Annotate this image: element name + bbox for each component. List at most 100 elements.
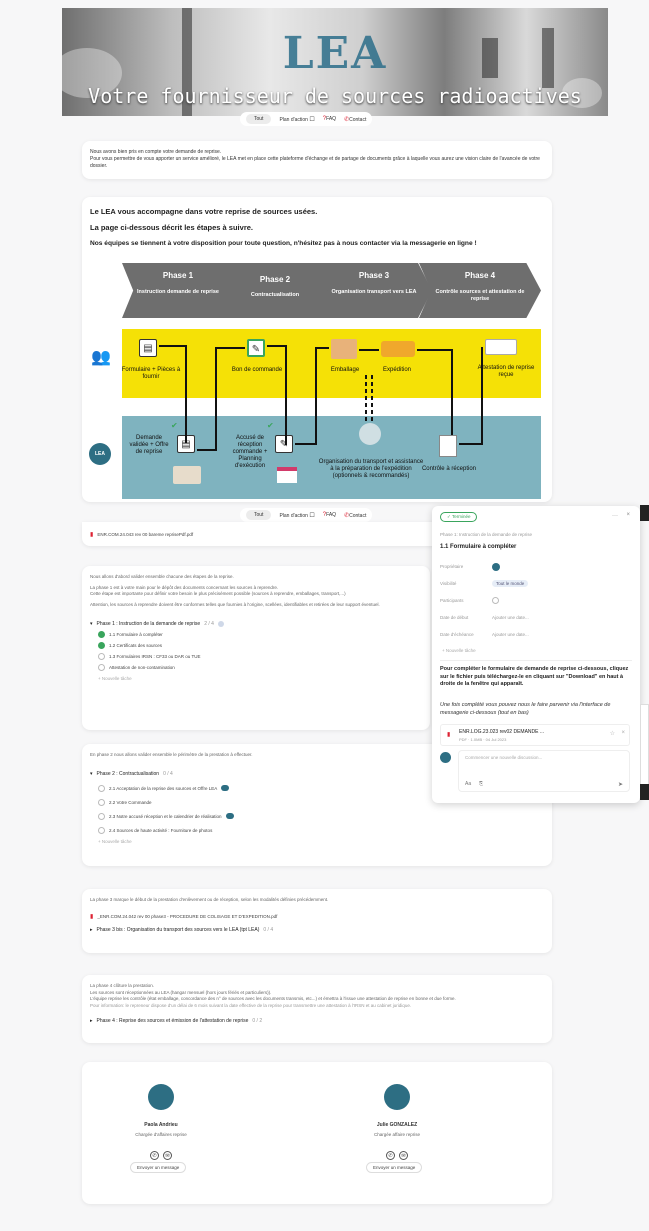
step-demande-validee: Demande validée + Offre de reprise — [129, 435, 169, 455]
order-icon: ✎ — [247, 339, 265, 357]
truck-icon — [381, 341, 415, 357]
send-message-button[interactable]: Envoyer un message — [130, 1162, 187, 1173]
nav-tab-faq[interactable]: ?FAQ — [323, 512, 336, 518]
lea-badge: LEA — [89, 443, 111, 465]
flow-arrow — [451, 349, 453, 435]
file-row[interactable]: ▮ _ENR.COM.24.042 rev 00 phase3 - PROCEDU… — [90, 911, 544, 922]
step-accuse-reception: Accusé de réception commande + Planning … — [232, 435, 268, 469]
step-attestation: Attestation de reprise reçue — [477, 365, 535, 378]
task-row[interactable]: 2.3 Notre accusé réception et le calendr… — [98, 811, 544, 822]
task-checkbox[interactable] — [98, 826, 105, 834]
panel-description: Une fois complété vous pouvez nous le fa… — [440, 702, 611, 716]
assistant-icon — [359, 423, 381, 445]
pdf-icon: ▮ — [447, 732, 451, 738]
close-icon[interactable]: × — [621, 730, 625, 736]
calendar-icon — [277, 467, 297, 483]
nav-tab-faq[interactable]: ?FAQ — [323, 116, 336, 122]
boxes-icon — [331, 339, 357, 359]
phase-1-header: Phase 1 Instruction demande de reprise — [122, 263, 234, 318]
step-organisation-transport: Organisation du transport et assistance … — [318, 459, 424, 479]
user-avatar — [440, 752, 451, 763]
flow-arrow — [159, 345, 187, 347]
email-button[interactable]: ✉ — [399, 1151, 408, 1160]
nav-tab-action-plan[interactable]: Plan d'action ☐ — [279, 512, 314, 519]
comment-input[interactable]: Commencer une nouvelle discussion... — [465, 755, 542, 760]
add-task-button[interactable]: + Nouvelle tâche — [98, 836, 544, 847]
field-start-date[interactable]: Date de début Ajouter une date... — [440, 609, 632, 626]
attachment-card[interactable]: ▮ ENR.LOG.23.023 rev02 DEMANDE ... PDF ·… — [440, 724, 630, 746]
task-checkbox[interactable] — [98, 631, 105, 638]
send-message-button[interactable]: Envoyer un message — [366, 1162, 423, 1173]
phone-button[interactable]: ✆ — [150, 1151, 159, 1160]
phase-3-group[interactable]: ▸ Phase 3 bis : Organisation du transpor… — [90, 925, 544, 936]
pdf-icon: ▮ — [90, 913, 94, 920]
panel-fields: Propriétaire Visibilité Tout le monde Par… — [440, 558, 632, 643]
task-checkbox[interactable] — [98, 812, 105, 820]
process-diagram: Phase 1 Instruction demande de reprise P… — [89, 263, 541, 499]
task-row[interactable]: 1.1 Formulaire à compléter — [98, 629, 422, 640]
flow-arrow — [459, 443, 483, 445]
comment-box[interactable]: Commencer une nouvelle discussion... Aa … — [458, 750, 630, 792]
field-participants[interactable]: Participants — [440, 592, 632, 609]
phone-button[interactable]: ✆ — [386, 1151, 395, 1160]
assignee-avatars — [221, 785, 230, 791]
panel-breadcrumb: Phase 1: Instruction de la demande de re… — [440, 532, 533, 537]
task-checkbox[interactable] — [98, 664, 105, 671]
caret-down-icon: ▾ — [90, 620, 93, 627]
close-icon[interactable]: × — [626, 512, 630, 518]
send-icon[interactable]: ➤ — [618, 781, 623, 788]
task-checkbox[interactable] — [98, 784, 105, 792]
field-owner[interactable]: Propriétaire — [440, 558, 632, 575]
email-button[interactable]: ✉ — [163, 1151, 172, 1160]
task-checkbox[interactable] — [98, 798, 105, 806]
contact-actions: ✆ ✉ — [102, 1144, 220, 1162]
phase-1-group[interactable]: ▾ Phase 1 : Instruction de la demande de… — [90, 618, 422, 629]
status-toggle[interactable]: ✓ Terminée — [440, 512, 478, 522]
guide-heading: Nos équipes se tiennent à votre disposit… — [90, 240, 477, 247]
pdf-icon: ▮ — [90, 532, 94, 538]
task-row[interactable]: 1.3 Formulaires IRSN : CF33 ou DAR ou TU… — [98, 651, 422, 662]
dashed-arrow — [365, 375, 367, 421]
nav-tab-contact[interactable]: ✆Contact — [344, 512, 366, 519]
attach-icon[interactable]: ⎘ — [479, 781, 483, 787]
nav-tab-contact[interactable]: ✆Contact — [344, 116, 366, 123]
top-nav: Tout Plan d'action ☐ ?FAQ ✆Contact — [240, 112, 373, 126]
star-icon[interactable]: ☆ — [610, 730, 615, 737]
step-controle: Contrôle à réception — [421, 466, 477, 472]
task-checkbox[interactable] — [98, 642, 105, 649]
phase-4-text: Pour information: le repreneur dispose d… — [90, 1002, 412, 1008]
flow-arrow — [315, 347, 317, 445]
contact-role: Chargée affaire reprise — [374, 1132, 420, 1137]
nav-tab-all[interactable]: Tout — [246, 114, 272, 124]
task-checkbox[interactable] — [98, 653, 105, 660]
panel-description: Pour compléter le formulaire de demande … — [440, 666, 629, 687]
phase-1-text: Cette étape est importante pour définir … — [90, 591, 346, 596]
field-visibility[interactable]: Visibilité Tout le monde — [440, 575, 632, 592]
offer-icon — [173, 466, 201, 484]
nav-tab-all[interactable]: Tout — [246, 510, 272, 520]
format-button[interactable]: Aa — [465, 781, 471, 787]
assignee-avatars — [225, 813, 234, 819]
task-row[interactable]: 1.2 Certificats des sources — [98, 640, 422, 651]
flow-arrow — [315, 347, 329, 349]
field-due-date[interactable]: Date d'échéance Ajouter une date... — [440, 626, 632, 643]
phase-4-header: Phase 4 Contrôle sources et attestation … — [419, 263, 541, 318]
clipboard-icon: ☐ — [309, 116, 315, 123]
flow-arrow — [185, 345, 187, 443]
eye-icon — [217, 620, 224, 627]
flow-arrow — [295, 443, 317, 445]
phase-4-group[interactable]: ▸ Phase 4 : Reprise des sources et émiss… — [90, 1015, 544, 1026]
add-subtask-button[interactable]: + Nouvelle tâche — [442, 648, 476, 653]
intro-card: Nous avons bien pris en compte votre dem… — [82, 141, 552, 179]
more-icon[interactable]: ··· — [612, 513, 618, 519]
add-task-button[interactable]: + Nouvelle tâche — [98, 673, 422, 684]
task-row[interactable]: Attestation de non-contamination — [98, 662, 422, 673]
nav-tab-action-plan[interactable]: Plan d'action ☐ — [279, 116, 314, 123]
contacts-card: Paola Andrieu Chargée d'affaires reprise… — [82, 1062, 552, 1204]
dashed-arrow — [371, 375, 373, 421]
task-row[interactable]: 2.4 Sources de haute activité : Fournitu… — [98, 825, 544, 836]
phase-1-card: Nous allons d'abord valider ensemble cha… — [82, 566, 430, 730]
phase-3-text: La phase 3 marque le début de la prestat… — [90, 897, 329, 902]
phase-1-text: Nous allons d'abord valider ensemble cha… — [90, 574, 234, 579]
sticky-nav: Tout Plan d'action ☐ ?FAQ ✆Contact — [240, 508, 373, 522]
